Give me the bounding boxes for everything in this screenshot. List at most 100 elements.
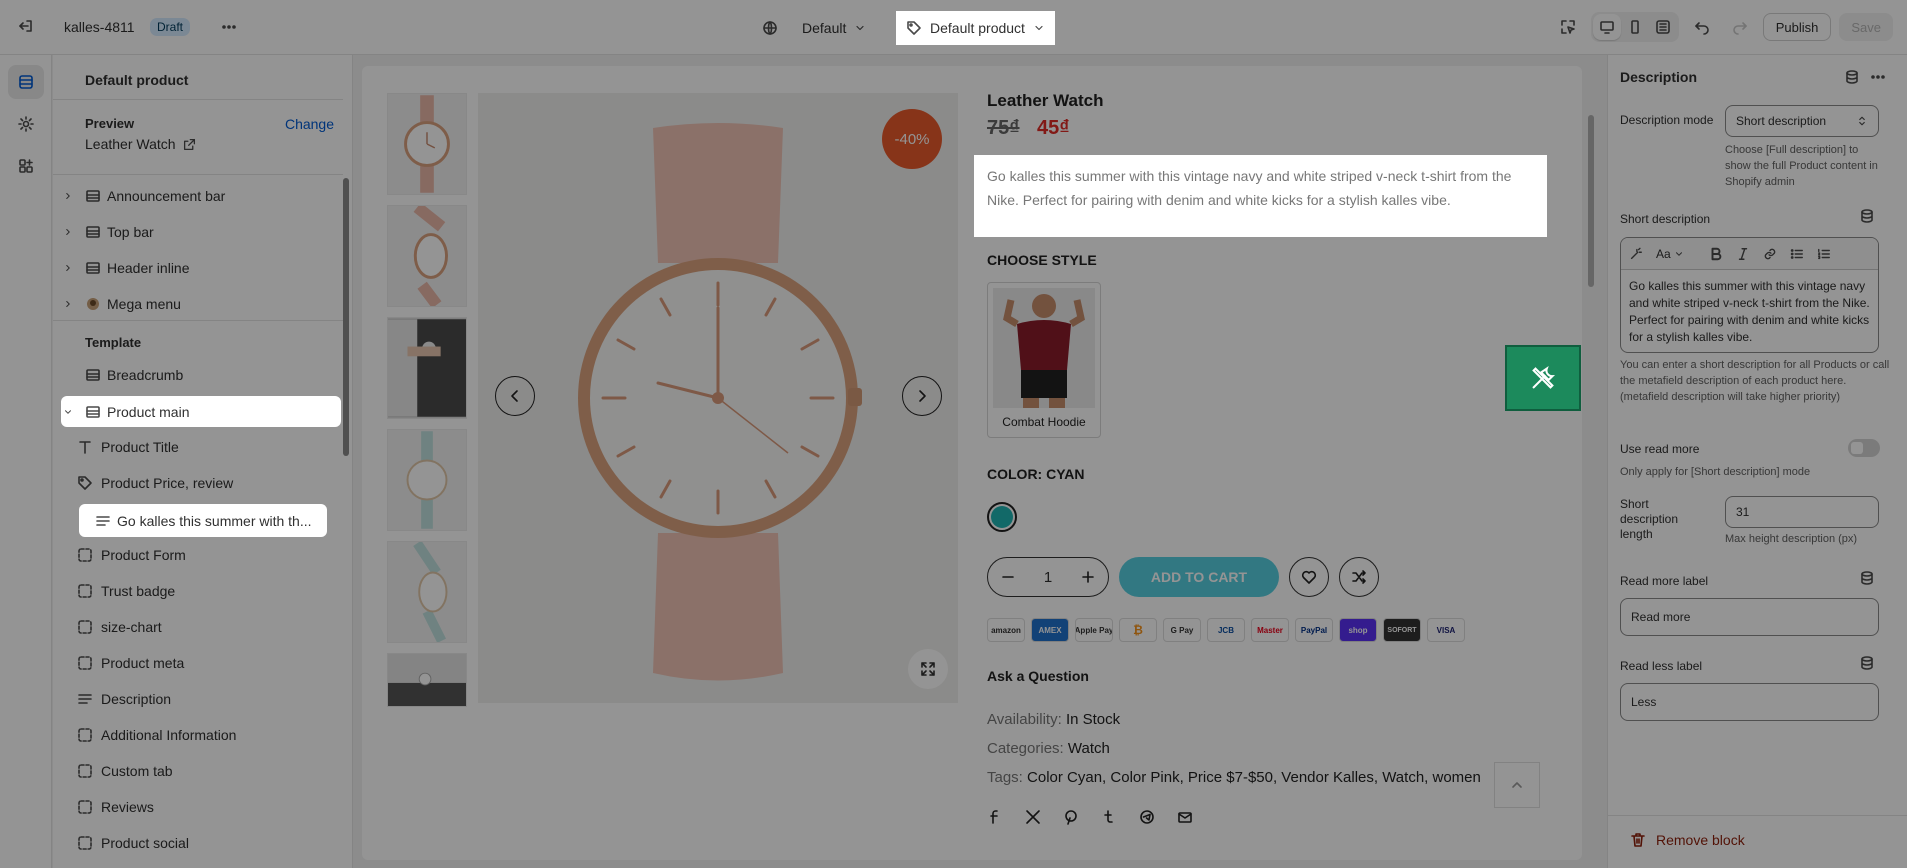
section-header-inline[interactable]: Header inline: [61, 253, 341, 283]
thumbnail[interactable]: [387, 93, 467, 195]
full-width-icon[interactable]: [1649, 14, 1677, 40]
preview-scrollbar[interactable]: [1588, 115, 1594, 287]
chevron-down-icon[interactable]: [63, 407, 79, 417]
quantity-value[interactable]: 1: [1044, 569, 1052, 586]
color-swatch-cyan[interactable]: [987, 502, 1017, 532]
block-product-price[interactable]: Product Price, review: [77, 468, 341, 498]
magic-icon[interactable]: [1629, 247, 1643, 261]
font-size-menu[interactable]: Aa: [1656, 247, 1684, 261]
compare-button[interactable]: [1339, 557, 1379, 597]
block-size-chart[interactable]: size-chart: [77, 612, 341, 642]
product-short-description[interactable]: Go kalles this summer with this vintage …: [974, 155, 1547, 237]
price-tag-icon: [77, 475, 93, 491]
block-description-selected[interactable]: Go kalles this summer with th...: [79, 504, 327, 537]
read-less-input[interactable]: Less: [1620, 683, 1879, 721]
thumbnail[interactable]: [387, 653, 467, 707]
template-selector[interactable]: Default product: [896, 11, 1055, 45]
chevron-right-icon[interactable]: [63, 299, 79, 309]
heart-icon: [1301, 570, 1317, 584]
pinterest-icon[interactable]: [1063, 809, 1079, 825]
thumbnail[interactable]: [387, 541, 467, 643]
bold-icon[interactable]: [1709, 247, 1723, 261]
meta-label: Categories:: [987, 740, 1064, 757]
block-product-form[interactable]: Product Form: [77, 540, 341, 570]
meta-value[interactable]: Watch: [1068, 740, 1110, 757]
more-actions-icon[interactable]: [221, 19, 237, 35]
thumbnail[interactable]: [387, 205, 467, 307]
more-icon[interactable]: [1870, 69, 1886, 85]
database-icon[interactable]: [1859, 208, 1875, 224]
section-mega-menu[interactable]: Mega menu: [61, 289, 341, 319]
chevron-up-icon: [1512, 782, 1522, 788]
paypal-icon: PayPal: [1295, 618, 1333, 642]
section-top-bar[interactable]: Top bar: [61, 217, 341, 247]
minus-icon[interactable]: [1000, 569, 1016, 585]
meta-value[interactable]: Color Cyan, Color Pink, Price $7-$50, Ve…: [1027, 769, 1481, 786]
x-twitter-icon[interactable]: [1025, 809, 1041, 825]
theme-tools-button[interactable]: [1505, 345, 1581, 411]
back-to-top-button[interactable]: [1494, 762, 1540, 808]
next-image-button[interactable]: [902, 376, 942, 416]
bullet-list-icon[interactable]: [1790, 247, 1804, 261]
thumbnail[interactable]: [387, 317, 467, 419]
italic-icon[interactable]: [1736, 247, 1750, 261]
main-product-image[interactable]: [478, 93, 958, 703]
block-reviews[interactable]: Reviews: [77, 792, 341, 822]
chevron-right-icon[interactable]: [63, 191, 79, 201]
telegram-icon[interactable]: [1139, 809, 1155, 825]
chevron-right-icon[interactable]: [63, 227, 79, 237]
block-product-meta[interactable]: Product meta: [77, 648, 341, 678]
link-icon[interactable]: [1763, 247, 1777, 261]
add-to-cart-button[interactable]: ADD TO CART: [1119, 557, 1279, 597]
database-icon[interactable]: [1859, 655, 1875, 671]
undo-icon[interactable]: [1687, 12, 1717, 42]
preview-product[interactable]: Leather Watch: [85, 136, 196, 152]
block-trust-badge[interactable]: Trust badge: [77, 576, 341, 606]
trash-icon: [1630, 832, 1646, 848]
change-preview-link[interactable]: Change: [285, 116, 334, 132]
settings-gear-icon[interactable]: [8, 107, 44, 141]
external-link-icon[interactable]: [183, 138, 196, 151]
section-breadcrumb[interactable]: Breadcrumb: [61, 360, 341, 390]
database-icon[interactable]: [1859, 570, 1875, 586]
section-announcement-bar[interactable]: Announcement bar: [61, 181, 341, 211]
inspector-icon[interactable]: [1553, 12, 1583, 42]
block-product-social[interactable]: Product social: [77, 828, 341, 858]
sections-icon[interactable]: [8, 65, 44, 99]
publish-button[interactable]: Publish: [1762, 13, 1832, 41]
email-icon[interactable]: [1177, 809, 1193, 825]
tumblr-icon[interactable]: [1101, 809, 1117, 825]
facebook-icon[interactable]: [987, 809, 1003, 825]
desktop-icon[interactable]: [1592, 14, 1621, 40]
theme-selector[interactable]: Default: [754, 16, 874, 40]
block-additional-information[interactable]: Additional Information: [77, 720, 341, 750]
sidebar-scrollbar[interactable]: [343, 178, 349, 456]
save-button[interactable]: Save: [1839, 13, 1893, 41]
database-icon[interactable]: [1844, 69, 1860, 85]
short-description-editor[interactable]: Go kalles this summer with this vintage …: [1621, 270, 1878, 352]
block-product-title[interactable]: Product Title: [77, 432, 341, 462]
section-product-main[interactable]: Product main: [61, 396, 341, 427]
description-mode-select[interactable]: Short description: [1725, 105, 1879, 137]
thumbnail[interactable]: [387, 429, 467, 531]
style-option[interactable]: Combat Hoodie: [987, 282, 1101, 438]
plus-icon[interactable]: [1080, 569, 1096, 585]
mobile-icon[interactable]: [1621, 14, 1649, 40]
read-more-input[interactable]: Read more: [1620, 598, 1879, 636]
ask-question-link[interactable]: Ask a Question: [987, 668, 1089, 684]
block-custom-tab[interactable]: Custom tab: [77, 756, 341, 786]
remove-block-button[interactable]: Remove block: [1630, 832, 1745, 848]
prev-image-button[interactable]: [495, 376, 535, 416]
block-description[interactable]: Description: [77, 684, 341, 714]
exit-icon[interactable]: [18, 18, 34, 34]
numbered-list-icon[interactable]: [1817, 247, 1831, 261]
redo-icon[interactable]: [1725, 12, 1755, 42]
quantity-stepper[interactable]: 1: [987, 557, 1109, 597]
chevron-right-icon[interactable]: [63, 263, 79, 273]
apps-icon[interactable]: [8, 149, 44, 183]
length-input[interactable]: 31: [1725, 496, 1879, 528]
use-read-more-toggle[interactable]: [1848, 439, 1880, 457]
expand-image-button[interactable]: [908, 649, 948, 689]
wishlist-button[interactable]: [1289, 557, 1329, 597]
divider: [53, 99, 343, 100]
